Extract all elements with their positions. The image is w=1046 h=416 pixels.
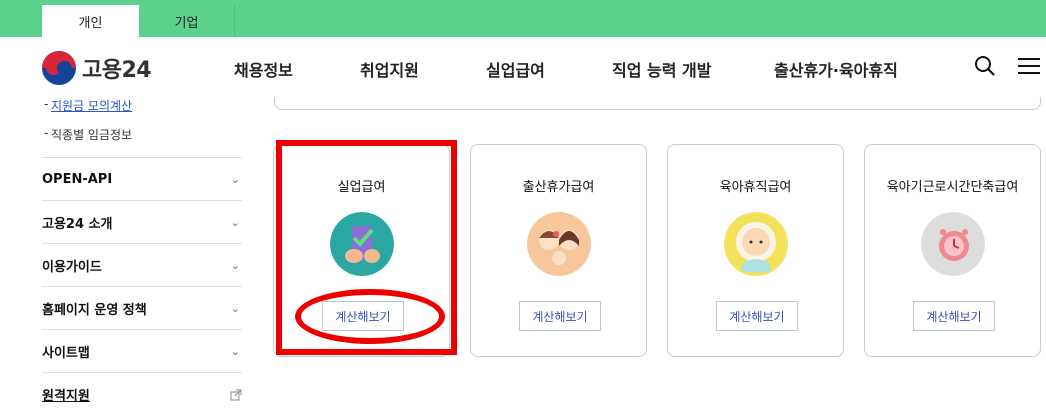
top-bar: 개인 기업 — [0, 0, 1046, 37]
nav-job-skills[interactable]: 직업 능력 개발 — [612, 57, 711, 81]
clock-icon — [921, 212, 985, 276]
nav-parental-leave[interactable]: 출산휴가·육아휴직 — [774, 57, 898, 81]
sidebar-item-label: 원격지원 — [42, 389, 90, 404]
chevron-down-icon: ⌄ — [230, 172, 240, 186]
taegeuk-logo-icon — [42, 51, 76, 85]
nav-job-info[interactable]: 채용정보 — [234, 57, 293, 81]
chevron-down-icon: ⌄ — [230, 215, 240, 229]
tab-personal[interactable]: 개인 — [42, 5, 139, 37]
calc-card-reduced-hours: 육아기근로시간단축급여 계산해보기 — [864, 144, 1041, 357]
card-title: 육아기근로시간단축급여 — [886, 180, 1019, 195]
logo-text: 고용24 — [82, 58, 152, 83]
sidebar-item-label: 이용가이드 — [42, 259, 102, 275]
nav-unemployment-benefits[interactable]: 실업급여 — [486, 57, 545, 81]
card-title: 육아휴직급여 — [719, 180, 792, 195]
calculate-button[interactable]: 계산해보기 — [519, 301, 601, 331]
sidebar-item-guide[interactable]: 이용가이드 ⌄ — [42, 244, 242, 287]
site-header: 고용24 채용정보 취업지원 실업급여 직업 능력 개발 출산휴가·육아휴직 — [0, 37, 1046, 97]
menu-icon[interactable] — [1017, 54, 1041, 78]
site-logo[interactable]: 고용24 — [42, 51, 152, 85]
calculate-button[interactable]: 계산해보기 — [716, 301, 798, 331]
tab-business[interactable]: 기업 — [139, 5, 235, 37]
sidebar-item-label: 고용24 소개 — [42, 216, 113, 232]
sidebar-item-label: 사이트맵 — [42, 345, 90, 361]
highlight-oval — [295, 289, 445, 344]
nav-employment-support[interactable]: 취업지원 — [360, 57, 419, 81]
sublink-subsidy-calc-prefix: - — [44, 97, 49, 111]
card-title: 출산휴가급여 — [522, 180, 595, 195]
sidebar-item-label: OPEN-API — [42, 171, 113, 187]
chevron-down-icon: ⌄ — [230, 258, 240, 272]
search-icon[interactable] — [973, 54, 997, 78]
sidebar-item-open-api[interactable]: OPEN-API ⌄ — [42, 158, 242, 201]
chevron-down-icon: ⌄ — [230, 301, 240, 315]
sidebar-item-label: 홈페이지 운영 정책 — [42, 302, 147, 318]
family-icon — [527, 212, 591, 276]
sidebar-item-sitemap[interactable]: 사이트맵 ⌄ — [42, 330, 242, 373]
baby-icon — [724, 212, 788, 276]
chevron-down-icon: ⌄ — [230, 344, 240, 358]
sidebar-item-remote-support[interactable]: 원격지원 — [42, 373, 242, 416]
external-link-icon — [230, 389, 242, 400]
sublink-wage-info[interactable]: 직종별 임금정보 — [51, 126, 132, 143]
sublink-wage-info-prefix: - — [44, 126, 49, 140]
content-box-top — [274, 97, 1041, 110]
sublink-subsidy-calc[interactable]: 지원금 모의계산 — [51, 97, 132, 114]
calculate-button[interactable]: 계산해보기 — [913, 301, 995, 331]
sidebar-item-policy[interactable]: 홈페이지 운영 정책 ⌄ — [42, 287, 242, 330]
calc-card-parental-leave: 육아휴직급여 계산해보기 — [667, 144, 844, 357]
sidebar-item-about[interactable]: 고용24 소개 ⌄ — [42, 201, 242, 244]
calc-card-maternity: 출산휴가급여 계산해보기 — [470, 144, 647, 357]
